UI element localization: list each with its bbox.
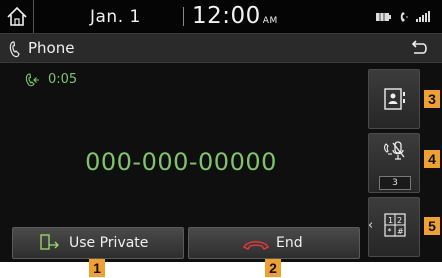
status-time-value: 12:00 (192, 3, 261, 29)
callout-badge-4: 4 (424, 150, 440, 168)
callout-badge-2: 2 (265, 259, 281, 277)
svg-text:*: * (388, 227, 392, 236)
status-date: Jan. 1 (90, 7, 141, 27)
use-private-icon (40, 234, 59, 250)
status-divider (183, 7, 184, 26)
svg-text:1: 1 (388, 216, 393, 225)
mute-mic-button[interactable]: 3 (368, 133, 420, 193)
phone-call-screen: Jan. 1 12:00 AM Phone 0:05 000-000-00000… (0, 0, 442, 277)
back-button[interactable] (394, 34, 442, 63)
chevron-left-icon[interactable]: ‹ (368, 218, 373, 233)
mic-volume-indicator: 3 (379, 176, 411, 190)
mute-mic-icon (384, 141, 405, 160)
contacts-icon (384, 88, 405, 110)
end-call-icon (242, 241, 270, 250)
home-button[interactable] (0, 0, 34, 33)
use-private-button[interactable]: Use Private (12, 227, 184, 259)
svg-text:2: 2 (397, 216, 402, 225)
keypad-button[interactable]: 1 2 * # (368, 197, 420, 257)
dialpad-icon: 1 2 * # (384, 213, 406, 237)
page-title: Phone (28, 39, 75, 57)
status-ampm: AM (262, 16, 278, 26)
callout-badge-3: 3 (424, 90, 440, 108)
status-icons (376, 9, 434, 29)
back-arrow-icon (411, 40, 427, 54)
home-icon (7, 6, 27, 26)
end-call-label: End (276, 235, 303, 251)
phone-handset-icon (9, 41, 20, 58)
callout-badge-5: 5 (424, 217, 440, 235)
title-bar: Phone (0, 33, 442, 63)
status-bar: Jan. 1 12:00 AM (0, 0, 442, 33)
call-timer: 0:05 (24, 72, 77, 87)
caller-number: 000-000-00000 (85, 148, 277, 176)
callout-badge-1: 1 (89, 259, 105, 277)
call-elapsed-time: 0:05 (48, 72, 78, 87)
status-time: 12:00 AM (192, 3, 278, 29)
svg-text:#: # (397, 227, 404, 236)
end-call-button[interactable]: End (188, 227, 360, 259)
contacts-button[interactable] (368, 69, 420, 129)
use-private-label: Use Private (69, 235, 149, 251)
signal-strength-icon (416, 11, 430, 22)
battery-icon (376, 13, 391, 21)
phone-connected-icon (400, 12, 408, 22)
